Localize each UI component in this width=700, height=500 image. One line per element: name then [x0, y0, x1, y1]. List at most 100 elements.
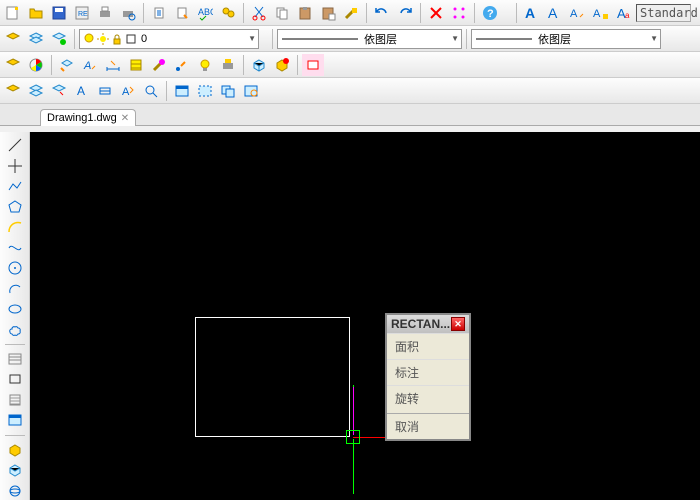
- popup-item-dimension[interactable]: 标注: [387, 359, 469, 385]
- popup-item-rotate[interactable]: 旋转: [387, 385, 469, 411]
- preview-icon[interactable]: [117, 2, 139, 24]
- crossing-icon[interactable]: [194, 80, 216, 102]
- props-icon[interactable]: A: [117, 80, 139, 102]
- arc2-icon[interactable]: [3, 279, 27, 297]
- separator: [366, 3, 367, 23]
- export-icon[interactable]: [171, 2, 193, 24]
- region-icon[interactable]: [3, 481, 27, 499]
- open-icon[interactable]: [25, 2, 47, 24]
- grid-icon[interactable]: [248, 54, 270, 76]
- svg-text:RE: RE: [78, 11, 88, 18]
- main-area: RECTAN... ✕ 面积 标注 旋转 取消: [0, 132, 700, 500]
- layer-icon[interactable]: [2, 28, 24, 50]
- find-icon[interactable]: [217, 2, 239, 24]
- popup-item-area[interactable]: 面积: [387, 333, 469, 359]
- publish-icon[interactable]: [148, 2, 170, 24]
- separator: [74, 29, 75, 49]
- separator: [243, 3, 244, 23]
- text-icon[interactable]: [3, 350, 27, 368]
- arc-icon[interactable]: [3, 218, 27, 236]
- hatch-edit-icon[interactable]: [125, 54, 147, 76]
- spellcheck-icon[interactable]: ABC: [194, 2, 216, 24]
- style-name-box[interactable]: Standard: [636, 4, 691, 22]
- svg-text:ABC: ABC: [198, 7, 213, 17]
- separator: [516, 3, 517, 23]
- font-a-icon[interactable]: Aa: [613, 2, 635, 24]
- point-icon[interactable]: [171, 54, 193, 76]
- svg-text:A: A: [593, 8, 601, 20]
- revcloud-icon[interactable]: [3, 320, 27, 338]
- toggle-icon[interactable]: [271, 54, 293, 76]
- circle-icon[interactable]: [3, 259, 27, 277]
- layerstate-icon[interactable]: [48, 28, 70, 50]
- copy-icon[interactable]: [271, 2, 293, 24]
- line-icon[interactable]: [3, 136, 27, 154]
- block-icon[interactable]: [3, 440, 27, 458]
- ellipse-icon[interactable]: [3, 300, 27, 318]
- matchprop-icon[interactable]: [340, 2, 362, 24]
- bulb-icon: [82, 32, 96, 46]
- pasteblock-icon[interactable]: [317, 2, 339, 24]
- drawing-canvas[interactable]: RECTAN... ✕ 面积 标注 旋转 取消: [30, 132, 700, 500]
- rectang-options-popup: RECTAN... ✕ 面积 标注 旋转 取消: [385, 313, 471, 441]
- allsel-icon[interactable]: [240, 80, 262, 102]
- textstyle-a2-icon[interactable]: A: [544, 2, 566, 24]
- osnap-icon[interactable]: [448, 2, 470, 24]
- pick-icon[interactable]: [140, 80, 162, 102]
- selecttext-icon[interactable]: A: [71, 80, 93, 102]
- quickselect-icon[interactable]: [2, 80, 24, 102]
- popup-close-icon[interactable]: ✕: [451, 317, 465, 331]
- toolbar-1: RE ABC ? A A A A Aa Standard: [0, 0, 700, 26]
- isolate-icon[interactable]: [48, 80, 70, 102]
- fence-icon[interactable]: [217, 80, 239, 102]
- rect-tool-icon[interactable]: [302, 54, 324, 76]
- separator: [143, 3, 144, 23]
- iso-icon[interactable]: [2, 54, 24, 76]
- help-icon[interactable]: ?: [479, 2, 501, 24]
- dimedit-icon[interactable]: [102, 54, 124, 76]
- undo-icon[interactable]: [371, 2, 393, 24]
- cut-icon[interactable]: [248, 2, 270, 24]
- hatch-icon[interactable]: [3, 391, 27, 409]
- layermatch-icon[interactable]: [56, 54, 78, 76]
- tab-drawing1[interactable]: Drawing1.dwg ✕: [40, 109, 136, 126]
- separator: [5, 344, 25, 345]
- lineweight-dropdown[interactable]: 依图层 ▼: [471, 29, 661, 49]
- rect-icon[interactable]: [3, 370, 27, 388]
- bulb-icon[interactable]: [194, 54, 216, 76]
- linetype-dropdown[interactable]: 依图层 ▼: [277, 29, 462, 49]
- selectdim-icon[interactable]: [94, 80, 116, 102]
- popup-item-cancel[interactable]: 取消: [387, 413, 469, 439]
- popup-titlebar: RECTAN... ✕: [387, 315, 469, 333]
- print-icon[interactable]: [94, 2, 116, 24]
- colorwheel-icon[interactable]: [25, 54, 47, 76]
- layer2-icon[interactable]: [25, 28, 47, 50]
- brush-icon[interactable]: [148, 54, 170, 76]
- paste-icon[interactable]: [294, 2, 316, 24]
- polygon-icon[interactable]: [3, 197, 27, 215]
- textstyle-a-icon[interactable]: A: [521, 2, 543, 24]
- layer-dropdown[interactable]: 0 ▼: [79, 29, 259, 49]
- new-icon[interactable]: [2, 2, 24, 24]
- save-icon[interactable]: [48, 2, 70, 24]
- close-icon[interactable]: ✕: [121, 113, 129, 124]
- toolbar-3: A: [0, 52, 700, 78]
- textedit-icon[interactable]: A: [79, 54, 101, 76]
- svg-text:A: A: [570, 8, 578, 20]
- polyline-icon[interactable]: [3, 177, 27, 195]
- saveas-icon[interactable]: RE: [71, 2, 93, 24]
- dimstyle-icon[interactable]: A: [567, 2, 589, 24]
- window-icon[interactable]: [171, 80, 193, 102]
- redo-icon[interactable]: [394, 2, 416, 24]
- tab-bar: Drawing1.dwg ✕: [0, 104, 700, 126]
- selectall-icon[interactable]: [25, 80, 47, 102]
- table-icon[interactable]: [3, 411, 27, 429]
- insert-icon[interactable]: [3, 461, 27, 479]
- print3-icon[interactable]: [217, 54, 239, 76]
- crosshair-z-axis: [353, 387, 354, 435]
- dimstyle2-icon[interactable]: A: [590, 2, 612, 24]
- spline-icon[interactable]: [3, 238, 27, 256]
- xline-icon[interactable]: [3, 156, 27, 174]
- separator: [5, 435, 25, 436]
- erase-icon[interactable]: [425, 2, 447, 24]
